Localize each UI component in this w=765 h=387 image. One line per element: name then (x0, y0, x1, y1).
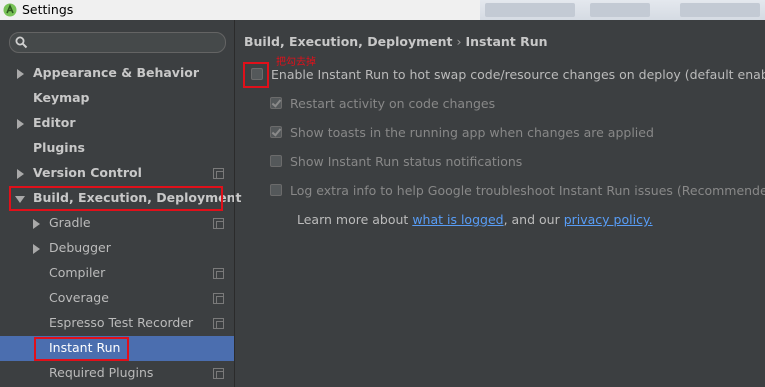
breadcrumb-current: Instant Run (465, 34, 548, 49)
what-is-logged-link[interactable]: what is logged (412, 212, 503, 227)
enable-instant-run-label[interactable]: Enable Instant Run to hot swap code/reso… (271, 67, 765, 82)
sidebar-item-keymap[interactable]: Keymap (0, 86, 234, 111)
expand-arrow-icon[interactable] (17, 169, 24, 179)
sidebar-item-coverage[interactable]: Coverage (0, 286, 234, 311)
project-settings-icon (213, 168, 224, 179)
expand-arrow-icon[interactable] (33, 219, 40, 229)
sidebar-item-gradle[interactable]: Gradle (0, 211, 234, 236)
expand-arrow-icon[interactable] (17, 69, 24, 79)
sidebar-item-label: Plugins (33, 140, 85, 155)
restart-activity-checkbox[interactable] (270, 97, 282, 109)
sidebar-item-plugins[interactable]: Plugins (0, 136, 234, 161)
background-window-strip (480, 0, 765, 20)
title-bar: Settings (0, 0, 765, 20)
project-settings-icon (213, 318, 224, 329)
sidebar-item-label: Keymap (33, 90, 90, 105)
search-input[interactable] (9, 32, 226, 53)
sidebar-item-label: Version Control (33, 165, 142, 180)
breadcrumb: Build, Execution, Deployment › Instant Run (244, 34, 548, 49)
sidebar-item-required-plugins[interactable]: Required Plugins (0, 361, 234, 386)
sidebar-item-espresso-test-recorder[interactable]: Espresso Test Recorder (0, 311, 234, 336)
status-notifications-label: Show Instant Run status notifications (290, 154, 523, 169)
project-settings-icon (213, 293, 224, 304)
sidebar-item-label: Debugger (49, 240, 111, 255)
project-settings-icon (213, 268, 224, 279)
show-toasts-checkbox[interactable] (270, 126, 282, 138)
highlight-box-checkbox (243, 62, 269, 88)
highlight-box-build-execution-deployment (9, 186, 223, 211)
expand-arrow-icon[interactable] (17, 119, 24, 129)
window-title: Settings (22, 2, 74, 17)
sidebar-item-label: Editor (33, 115, 76, 130)
sidebar-item-appearance-behavior[interactable]: Appearance & Behavior (0, 61, 234, 86)
log-extra-info-checkbox[interactable] (270, 184, 282, 196)
search-icon (15, 36, 28, 49)
restart-activity-label: Restart activity on code changes (290, 96, 496, 111)
learn-more-middle: , and our (503, 212, 564, 227)
privacy-policy-link[interactable]: privacy policy. (564, 212, 653, 227)
project-settings-icon (213, 218, 224, 229)
highlight-box-instant-run (34, 337, 129, 361)
learn-more-prefix: Learn more about (297, 212, 413, 227)
expand-arrow-icon[interactable] (33, 244, 40, 254)
sidebar-item-label: Compiler (49, 265, 106, 280)
breadcrumb-separator: › (456, 34, 462, 49)
sidebar-item-label: Required Plugins (49, 365, 154, 380)
sidebar-item-label: Appearance & Behavior (33, 65, 199, 80)
android-studio-icon (3, 3, 17, 17)
breadcrumb-parent: Build, Execution, Deployment (244, 34, 453, 49)
show-toasts-label: Show toasts in the running app when chan… (290, 125, 654, 140)
status-notifications-checkbox[interactable] (270, 155, 282, 167)
sidebar-item-version-control[interactable]: Version Control (0, 161, 234, 186)
sidebar-divider (234, 20, 235, 387)
annotation-note: 把勾去掉 (276, 57, 316, 68)
learn-more-text: Learn more about what is logged, and our… (297, 212, 653, 227)
sidebar-item-editor[interactable]: Editor (0, 111, 234, 136)
sidebar-item-label: Gradle (49, 215, 91, 230)
sidebar-item-debugger[interactable]: Debugger (0, 236, 234, 261)
project-settings-icon (213, 368, 224, 379)
sidebar-item-label: Coverage (49, 290, 109, 305)
log-extra-info-label: Log extra info to help Google troublesho… (290, 183, 765, 198)
sidebar-item-compiler[interactable]: Compiler (0, 261, 234, 286)
sidebar-item-label: Espresso Test Recorder (49, 315, 194, 330)
